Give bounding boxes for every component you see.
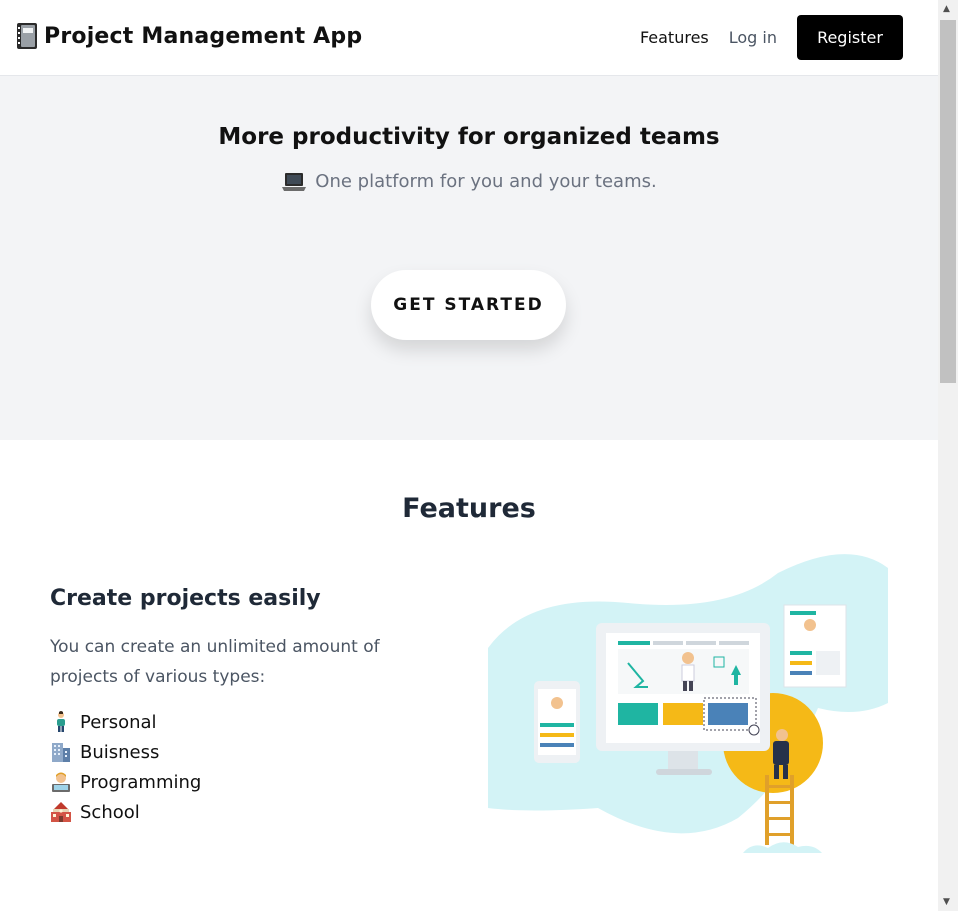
list-item: Buisness xyxy=(50,737,201,767)
feature-heading: Create projects easily xyxy=(50,586,321,611)
nav-login-link[interactable]: Log in xyxy=(729,28,777,47)
page: Project Management App Features Log in R… xyxy=(0,0,938,911)
scroll-up-arrow-icon[interactable]: ▲ xyxy=(943,4,950,14)
notebook-icon xyxy=(17,23,37,49)
list-item: Programming xyxy=(50,767,201,797)
scroll-down-arrow-icon[interactable]: ▼ xyxy=(943,897,950,907)
team-dashboard-illustration xyxy=(488,554,888,853)
list-item-label: Programming xyxy=(80,771,202,793)
laptop-icon xyxy=(282,172,307,191)
list-item: School xyxy=(50,797,201,827)
technologist-icon xyxy=(52,772,70,792)
hero-title: More productivity for organized teams xyxy=(218,124,720,150)
main-nav: Features Log in Register xyxy=(640,15,903,60)
hero-subtitle: One platform for you and your teams. xyxy=(315,171,657,192)
project-types-list: Personal Buisness Programming School xyxy=(50,707,201,827)
nav-features-link[interactable]: Features xyxy=(640,28,709,47)
page-scrollbar[interactable]: ▲ ▼ xyxy=(938,0,958,911)
features-section-title: Features xyxy=(402,493,536,524)
office-building-icon xyxy=(52,743,70,762)
brand-title: Project Management App xyxy=(44,23,363,49)
list-item-label: Personal xyxy=(80,711,157,733)
get-started-button[interactable]: GET STARTED xyxy=(371,270,566,340)
register-button[interactable]: Register xyxy=(797,15,903,60)
hero-section: More productivity for organized teams On… xyxy=(0,76,938,440)
feature-description: You can create an unlimited amount of pr… xyxy=(50,637,380,687)
brand[interactable]: Project Management App xyxy=(16,22,362,50)
person-icon xyxy=(57,711,65,732)
scroll-thumb[interactable] xyxy=(940,20,956,383)
top-navbar: Project Management App Features Log in R… xyxy=(0,0,938,76)
list-item-label: School xyxy=(80,801,140,823)
hero-subtitle-row: One platform for you and your teams. xyxy=(0,171,938,192)
list-item-label: Buisness xyxy=(80,741,160,763)
school-icon xyxy=(51,802,71,822)
list-item: Personal xyxy=(50,707,201,737)
